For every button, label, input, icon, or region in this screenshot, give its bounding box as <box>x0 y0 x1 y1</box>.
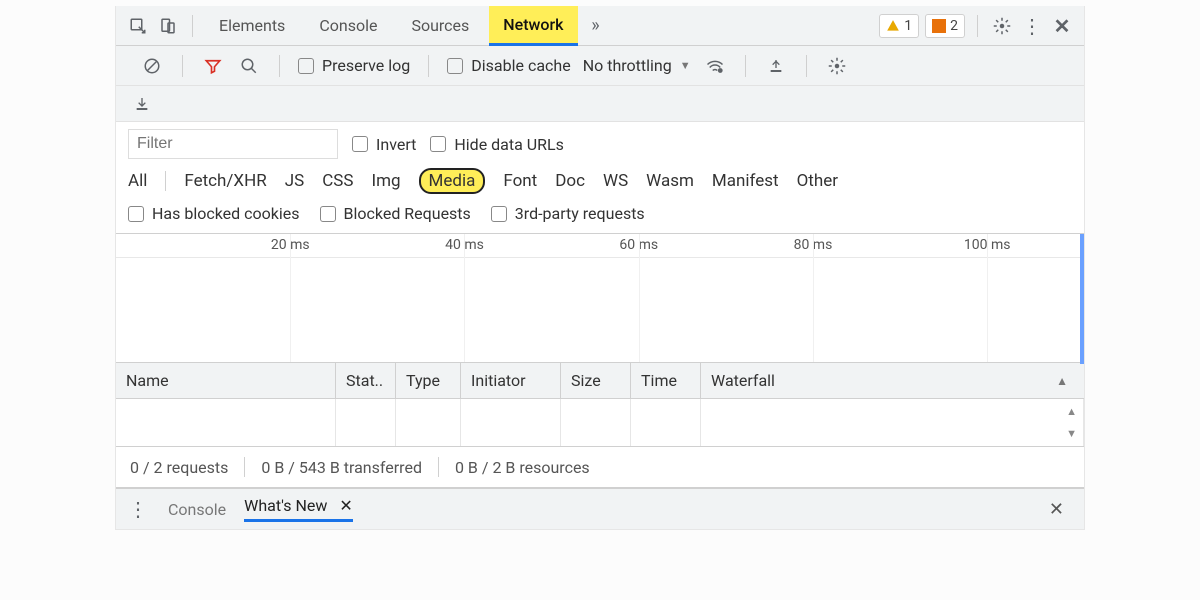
download-row <box>116 86 1084 122</box>
filter-input[interactable] <box>128 129 338 159</box>
more-tabs-icon[interactable]: » <box>584 14 608 38</box>
errors-count: 2 <box>950 18 958 34</box>
type-img[interactable]: Img <box>371 171 400 191</box>
warnings-badge[interactable]: 1 <box>879 14 919 38</box>
network-toolbar: Preserve log Disable cache No throttling… <box>116 46 1084 86</box>
status-requests: 0 / 2 requests <box>130 458 228 477</box>
warnings-count: 1 <box>904 18 912 34</box>
type-ws[interactable]: WS <box>603 171 628 191</box>
tab-elements[interactable]: Elements <box>205 6 299 46</box>
search-icon[interactable] <box>237 54 261 78</box>
filter-icon[interactable] <box>201 54 225 78</box>
col-type[interactable]: Type <box>396 363 461 398</box>
devtools-panel: Elements Console Sources Network » 1 2 ⋮… <box>115 6 1085 530</box>
type-manifest[interactable]: Manifest <box>712 171 779 191</box>
tab-console[interactable]: Console <box>305 6 391 46</box>
console-drawer: ⋮ Console What's New ✕ ✕ <box>116 487 1084 529</box>
drawer-menu-icon[interactable]: ⋮ <box>126 497 150 521</box>
close-tab-icon[interactable]: ✕ <box>339 496 352 515</box>
type-all[interactable]: All <box>128 171 147 191</box>
divider <box>279 55 280 77</box>
divider <box>428 55 429 77</box>
type-media[interactable]: Media <box>419 168 486 194</box>
requests-table-body: ▲ ▼ <box>116 399 1084 447</box>
status-bar: 0 / 2 requests 0 B / 543 B transferred 0… <box>116 447 1084 487</box>
extra-filter-row: Has blocked cookies Blocked Requests 3rd… <box>116 200 1084 233</box>
filter-row: Invert Hide data URLs <box>116 122 1084 162</box>
settings-icon-2[interactable] <box>825 54 849 78</box>
clear-icon[interactable] <box>140 54 164 78</box>
kebab-menu-icon[interactable]: ⋮ <box>1020 14 1044 38</box>
divider <box>182 55 183 77</box>
col-name[interactable]: Name <box>116 363 336 398</box>
scroll-down-icon[interactable]: ▼ <box>1066 427 1077 440</box>
drawer-tab-console[interactable]: Console <box>168 500 226 519</box>
status-resources: 0 B / 2 B resources <box>455 458 590 477</box>
settings-icon[interactable] <box>990 14 1014 38</box>
type-css[interactable]: CSS <box>322 171 353 191</box>
col-time[interactable]: Time <box>631 363 701 398</box>
timeline-overview[interactable]: 20 ms 40 ms 60 ms 80 ms 100 ms <box>116 233 1084 363</box>
divider <box>745 55 746 77</box>
status-transferred: 0 B / 543 B transferred <box>261 458 422 477</box>
top-tabs-row: Elements Console Sources Network » 1 2 ⋮… <box>116 6 1084 46</box>
inspect-icon[interactable] <box>126 14 150 38</box>
divider <box>806 55 807 77</box>
type-wasm[interactable]: Wasm <box>646 171 694 191</box>
tab-network[interactable]: Network <box>489 6 577 46</box>
invert-label: Invert <box>376 135 416 154</box>
timeline-end-marker[interactable] <box>1080 234 1084 364</box>
col-waterfall[interactable]: Waterfall ▲ <box>701 363 1084 398</box>
type-doc[interactable]: Doc <box>555 171 585 191</box>
invert-toggle[interactable]: Invert <box>352 135 416 154</box>
hide-dataurls-toggle[interactable]: Hide data URLs <box>430 135 564 154</box>
col-initiator[interactable]: Initiator <box>461 363 561 398</box>
third-party-toggle[interactable]: 3rd-party requests <box>491 204 645 223</box>
throttling-select[interactable]: No throttling ▼ <box>583 56 691 75</box>
col-size[interactable]: Size <box>561 363 631 398</box>
type-other[interactable]: Other <box>797 171 838 191</box>
sort-asc-icon: ▲ <box>1056 374 1068 388</box>
preserve-log-toggle[interactable]: Preserve log <box>298 56 410 75</box>
type-filter-row: All Fetch/XHR JS CSS Img Media Font Doc … <box>116 162 1084 200</box>
type-fetch-xhr[interactable]: Fetch/XHR <box>184 171 266 191</box>
divider <box>977 15 978 37</box>
import-har-icon[interactable] <box>764 54 788 78</box>
hide-dataurls-label: Hide data URLs <box>454 135 564 154</box>
device-toggle-icon[interactable] <box>156 14 180 38</box>
blocked-cookies-toggle[interactable]: Has blocked cookies <box>128 204 300 223</box>
third-party-label: 3rd-party requests <box>515 204 645 223</box>
tab-sources[interactable]: Sources <box>397 6 483 46</box>
export-har-icon[interactable] <box>130 92 154 116</box>
throttling-label: No throttling <box>583 56 672 75</box>
type-js[interactable]: JS <box>285 171 304 191</box>
blocked-requests-label: Blocked Requests <box>344 204 471 223</box>
network-conditions-icon[interactable] <box>703 54 727 78</box>
drawer-tab-whatsnew[interactable]: What's New ✕ <box>244 496 353 522</box>
disable-cache-toggle[interactable]: Disable cache <box>447 56 570 75</box>
errors-badge[interactable]: 2 <box>925 14 965 38</box>
drawer-close-icon[interactable]: ✕ <box>1049 499 1074 520</box>
blocked-cookies-label: Has blocked cookies <box>152 204 300 223</box>
close-icon[interactable]: ✕ <box>1050 14 1074 38</box>
col-status[interactable]: Stat.. <box>336 363 396 398</box>
blocked-requests-toggle[interactable]: Blocked Requests <box>320 204 471 223</box>
scroll-up-icon[interactable]: ▲ <box>1066 405 1077 418</box>
requests-table-header: Name Stat.. Type Initiator Size Time Wat… <box>116 363 1084 399</box>
type-font[interactable]: Font <box>503 171 537 191</box>
preserve-log-label: Preserve log <box>322 56 410 75</box>
divider <box>192 15 193 37</box>
disable-cache-label: Disable cache <box>471 56 570 75</box>
